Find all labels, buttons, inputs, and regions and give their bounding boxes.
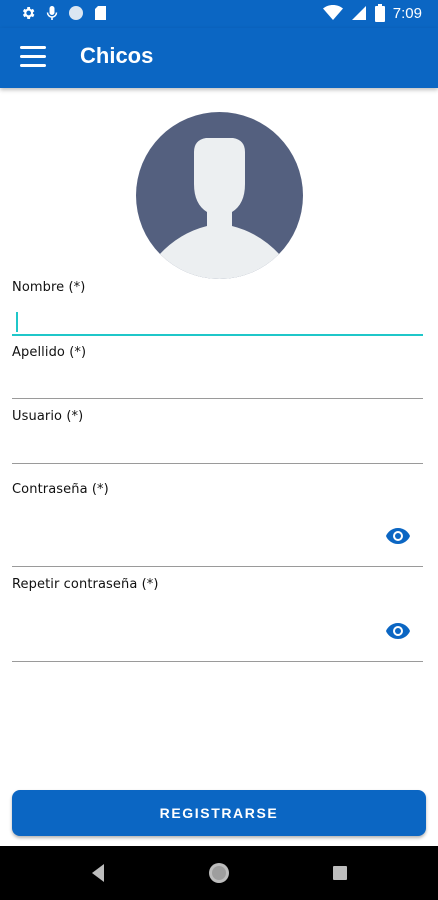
apellido-field[interactable]: Apellido (*) [12, 345, 423, 401]
person-placeholder-icon [153, 138, 286, 279]
wifi-icon [322, 5, 343, 20]
text-cursor [16, 312, 18, 332]
repetir-contrasena-underline [12, 661, 423, 662]
usuario-underline [12, 463, 423, 464]
eye-icon[interactable] [385, 622, 411, 640]
apellido-underline [12, 398, 423, 399]
microphone-icon [46, 6, 58, 20]
system-nav-bar [0, 846, 438, 900]
status-bar: 7:09 [0, 0, 438, 28]
registrarse-button[interactable]: REGISTRARSE [12, 790, 426, 836]
settings-icon [22, 7, 35, 19]
apellido-label: Apellido (*) [12, 345, 87, 360]
battery-icon [374, 4, 385, 22]
repetir-contrasena-field[interactable]: Repetir contraseña (*) [12, 577, 423, 665]
eye-icon[interactable] [385, 527, 411, 545]
nombre-underline [12, 334, 423, 336]
sd-card-icon [95, 6, 106, 20]
app-bar: Chicos [0, 28, 438, 88]
circle-icon [69, 6, 83, 20]
usuario-label: Usuario (*) [12, 409, 84, 424]
status-time: 7:09 [392, 4, 422, 22]
back-icon[interactable] [90, 860, 106, 886]
contrasena-field[interactable]: Contraseña (*) [12, 482, 423, 570]
home-icon[interactable] [207, 860, 231, 886]
repetir-contrasena-label: Repetir contraseña (*) [12, 577, 159, 592]
hamburger-menu-icon[interactable] [20, 46, 46, 70]
nombre-field[interactable]: Nombre (*) [12, 280, 423, 338]
signal-icon [351, 6, 366, 20]
usuario-field[interactable]: Usuario (*) [12, 409, 423, 465]
recents-icon[interactable] [332, 860, 348, 886]
avatar[interactable] [136, 112, 303, 279]
contrasena-underline [12, 566, 423, 567]
contrasena-label: Contraseña (*) [12, 482, 109, 497]
nombre-label: Nombre (*) [12, 280, 86, 295]
page-title: Chicos [80, 43, 154, 68]
